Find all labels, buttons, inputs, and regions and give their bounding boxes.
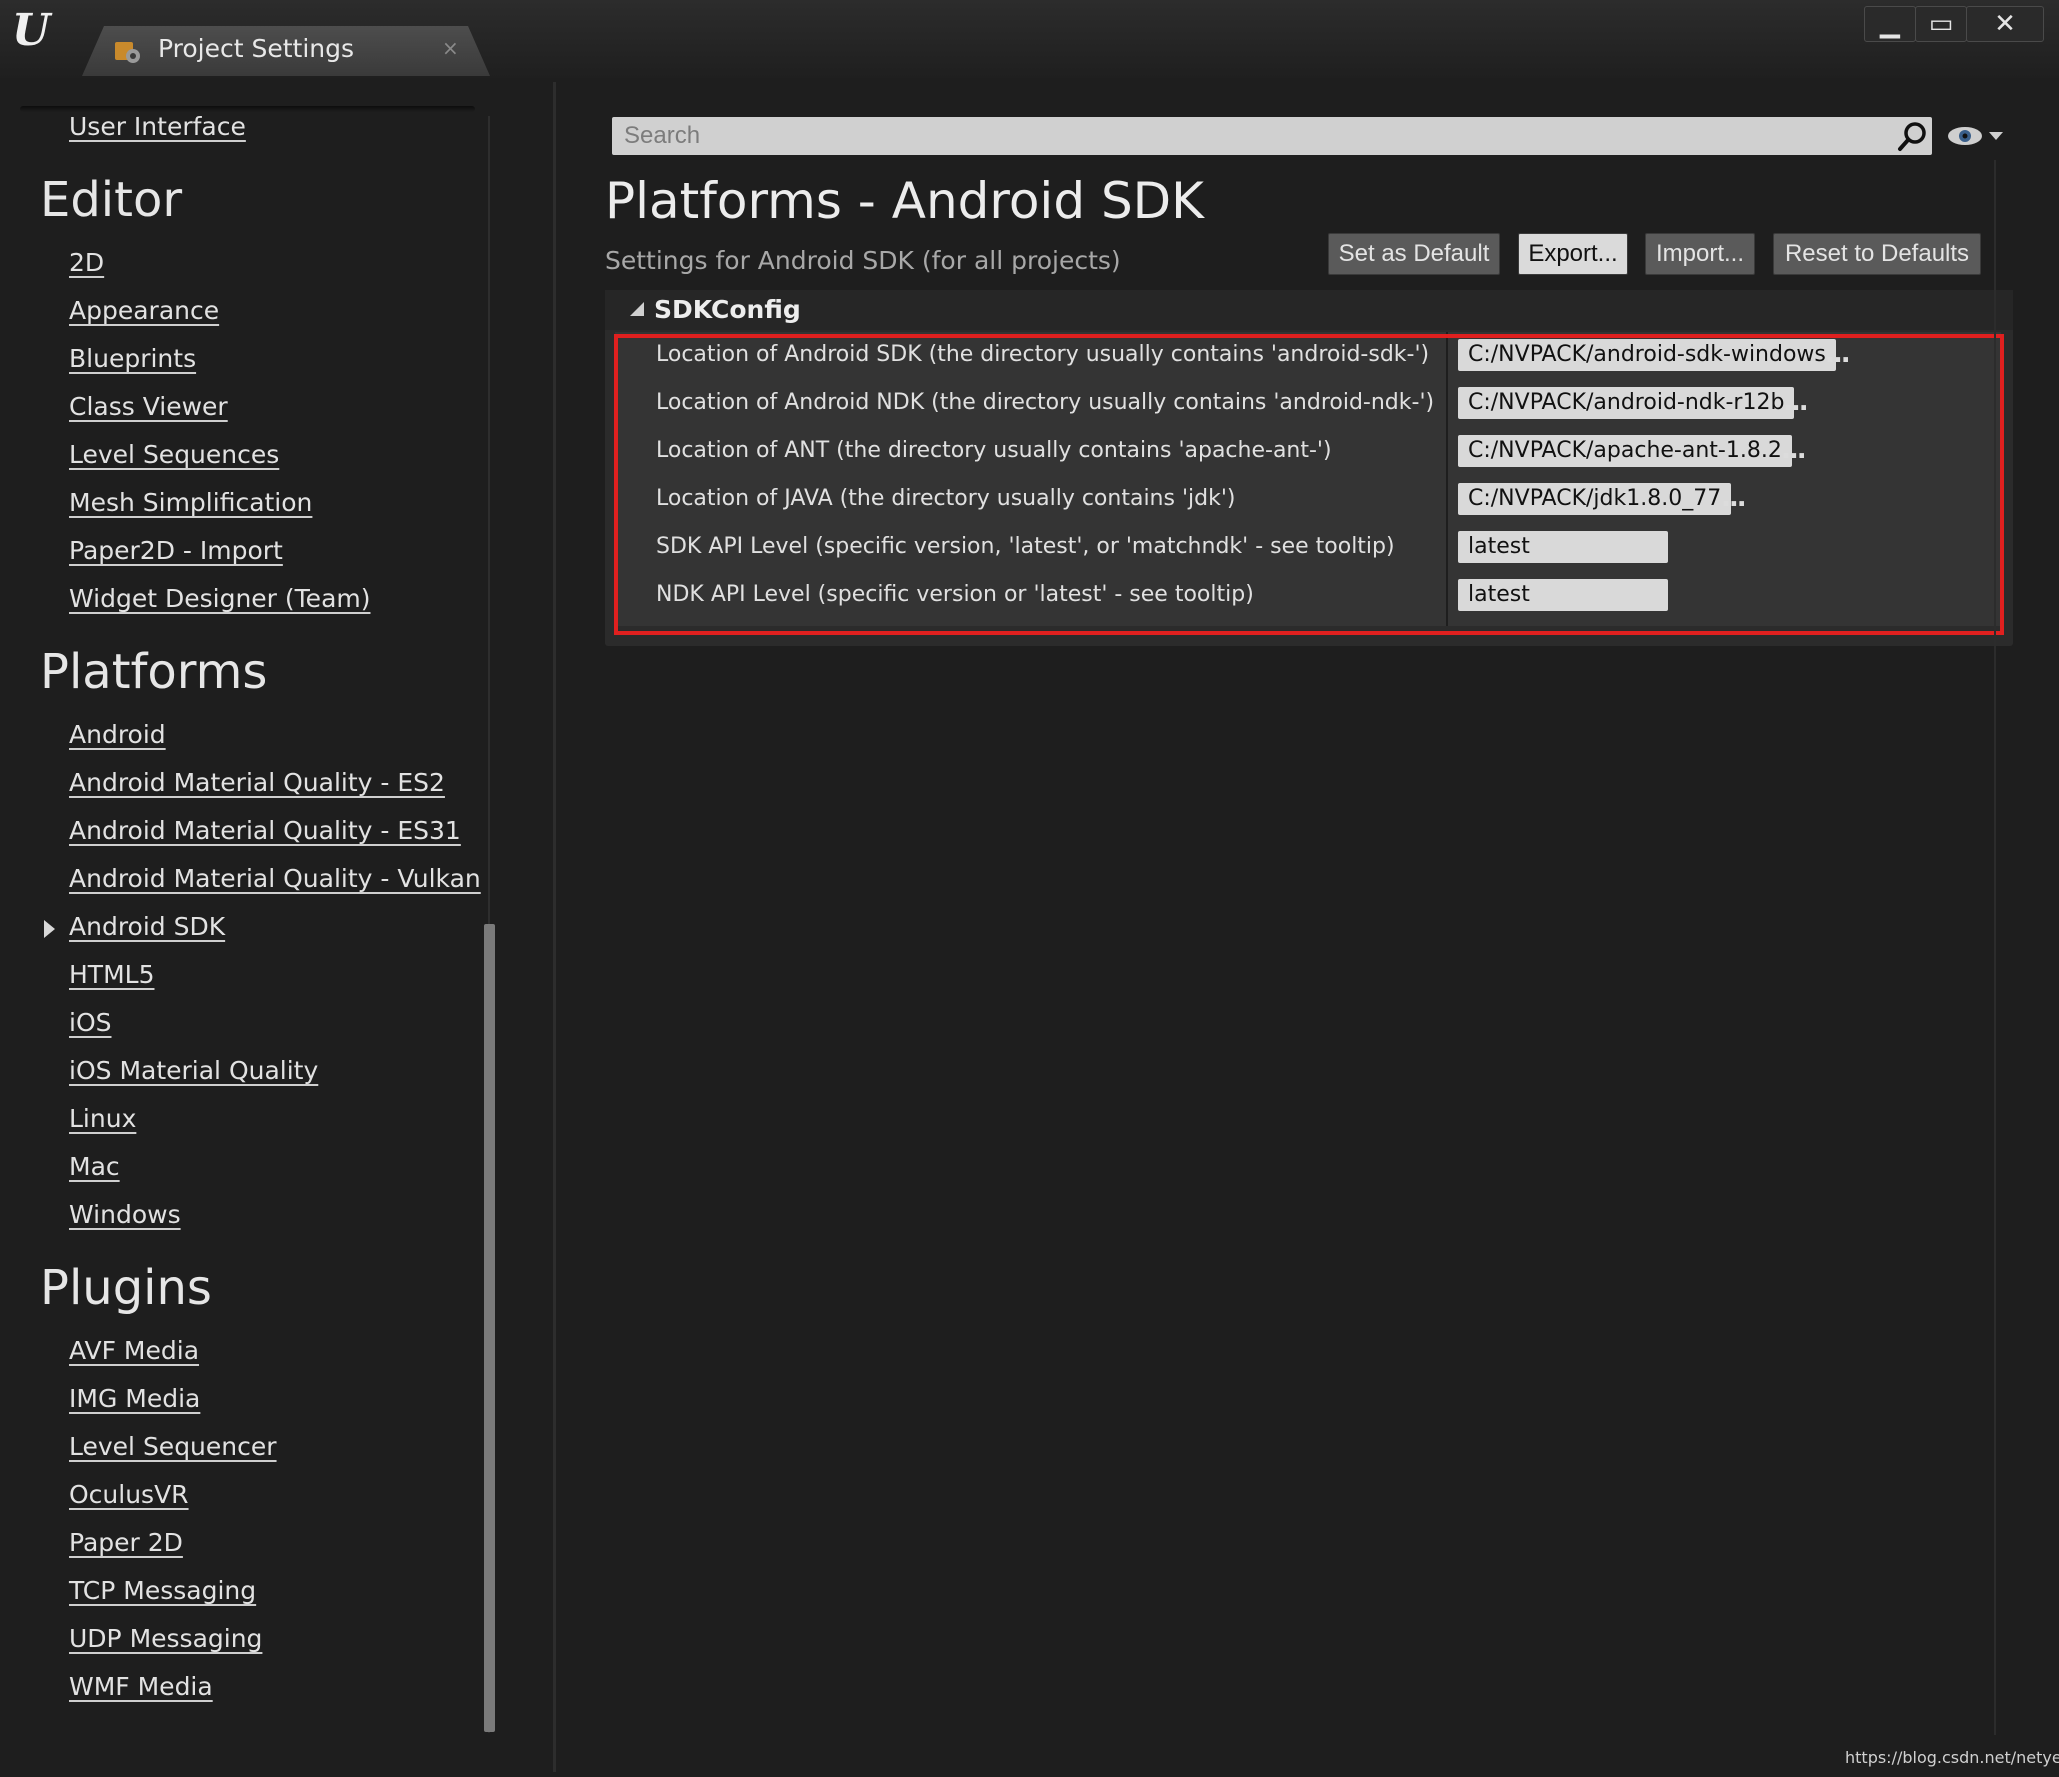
section-title-platforms: Platforms: [40, 644, 268, 700]
highlight-annotation: [614, 334, 2004, 635]
search-icon[interactable]: [1896, 119, 1930, 153]
sidebar-item-avf-media[interactable]: AVF Media: [69, 1336, 199, 1365]
search-bar: [612, 117, 1932, 155]
section-title-plugins: Plugins: [40, 1260, 212, 1316]
sidebar-item-tcp-messaging[interactable]: TCP Messaging: [69, 1576, 256, 1605]
sidebar-item-widget-designer[interactable]: Widget Designer (Team): [69, 584, 371, 613]
selected-arrow-icon: [44, 920, 55, 938]
search-input[interactable]: [612, 117, 1896, 155]
tab-project-settings[interactable]: Project Settings ×: [82, 26, 490, 76]
watermark: https://blog.csdn.net/netyeaxi: [1845, 1748, 2059, 1767]
title-bar: U Project Settings × ▁ ▭ ✕: [0, 0, 2059, 78]
main-scrollbar-track[interactable]: [1994, 160, 1996, 1735]
sidebar-item-android-sdk[interactable]: Android SDK: [69, 912, 225, 941]
sidebar-item-2d[interactable]: 2D: [69, 248, 104, 277]
sdkconfig-header[interactable]: SDKConfig: [605, 290, 2013, 330]
section-title-editor: Editor: [40, 172, 183, 228]
sidebar-item-html5[interactable]: HTML5: [69, 960, 154, 989]
sidebar-item-paper2d-import[interactable]: Paper2D - Import: [69, 536, 283, 565]
sidebar-item-udp-messaging[interactable]: UDP Messaging: [69, 1624, 262, 1653]
maximize-button[interactable]: ▭: [1915, 6, 1967, 42]
sidebar-item-user-interface[interactable]: User Interface: [69, 112, 246, 141]
sidebar-item-ios[interactable]: iOS: [69, 1008, 112, 1037]
sidebar-item-mac[interactable]: Mac: [69, 1152, 120, 1181]
import-button[interactable]: Import...: [1645, 233, 1755, 275]
settings-gear-icon: [115, 42, 140, 63]
settings-sidebar: User Interface Editor 2D Appearance Blue…: [0, 78, 500, 1777]
unreal-logo-icon: U: [11, 5, 51, 56]
sidebar-item-wmf-media[interactable]: WMF Media: [69, 1672, 213, 1701]
sidebar-item-android-material-vulkan[interactable]: Android Material Quality - Vulkan: [69, 864, 481, 893]
sidebar-item-windows[interactable]: Windows: [69, 1200, 181, 1229]
tab-title: Project Settings: [158, 34, 355, 63]
sidebar-item-linux[interactable]: Linux: [69, 1104, 136, 1133]
sidebar-item-android-material-es31[interactable]: Android Material Quality - ES31: [69, 816, 461, 845]
visibility-eye-icon[interactable]: [1945, 122, 2007, 150]
sidebar-item-paper-2d[interactable]: Paper 2D: [69, 1528, 183, 1557]
sidebar-item-android[interactable]: Android: [69, 720, 166, 749]
tab-close-icon[interactable]: ×: [442, 36, 459, 60]
sidebar-item-mesh-simplification[interactable]: Mesh Simplification: [69, 488, 312, 517]
collapse-arrow-icon[interactable]: [630, 302, 644, 316]
page-subtitle: Settings for Android SDK (for all projec…: [605, 246, 1121, 275]
sidebar-item-level-sequences[interactable]: Level Sequences: [69, 440, 279, 469]
minimize-button[interactable]: ▁: [1864, 6, 1916, 42]
set-as-default-button[interactable]: Set as Default: [1328, 233, 1500, 275]
reset-to-defaults-button[interactable]: Reset to Defaults: [1773, 233, 1981, 275]
sidebar-item-class-viewer[interactable]: Class Viewer: [69, 392, 228, 421]
sidebar-item-img-media[interactable]: IMG Media: [69, 1384, 200, 1413]
sidebar-item-ios-material-quality[interactable]: iOS Material Quality: [69, 1056, 318, 1085]
panel-splitter[interactable]: [553, 82, 556, 1772]
page-title: Platforms - Android SDK: [605, 172, 1204, 230]
sidebar-item-oculusvr[interactable]: OculusVR: [69, 1480, 189, 1509]
sidebar-item-level-sequencer[interactable]: Level Sequencer: [69, 1432, 277, 1461]
sidebar-item-appearance[interactable]: Appearance: [69, 296, 219, 325]
sidebar-item-blueprints[interactable]: Blueprints: [69, 344, 196, 373]
section-title-sdkconfig: SDKConfig: [654, 295, 801, 324]
export-button[interactable]: Export...: [1518, 233, 1628, 275]
sidebar-scrollbar-thumb[interactable]: [484, 924, 495, 1732]
close-button[interactable]: ✕: [1966, 6, 2044, 42]
sidebar-item-android-material-es2[interactable]: Android Material Quality - ES2: [69, 768, 445, 797]
